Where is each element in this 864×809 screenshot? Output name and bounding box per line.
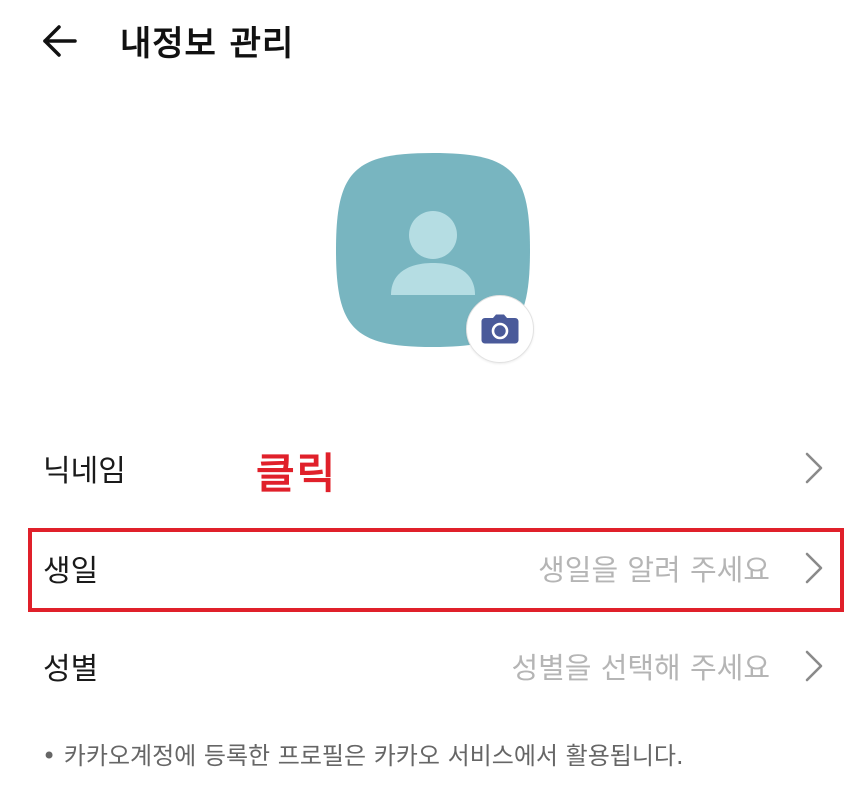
nickname-label: 닉네임 [43,454,126,489]
change-photo-button[interactable] [466,295,534,363]
profile-usage-notice: • 카카오계정에 등록한 프로필은 카카오 서비스에서 활용됩니다. [42,742,684,770]
back-button[interactable] [34,18,84,64]
gender-row[interactable]: 성별 성별을 선택해 주세요 [28,628,840,704]
app-header: 내정보 관리 [0,0,864,84]
camera-icon [481,314,519,344]
chevron-right-icon [805,650,823,682]
nickname-row[interactable]: 닉네임 [28,430,840,506]
chevron-right-icon [805,552,823,584]
page-title: 내정보 관리 [120,24,295,64]
arrow-left-icon [43,25,77,57]
birthday-row[interactable]: 생일 생일을 알려 주세요 [28,530,840,606]
chevron-right-icon [805,452,823,484]
click-annotation: 클릭 [256,449,338,498]
gender-placeholder: 성별을 선택해 주세요 [511,651,770,685]
birthday-placeholder: 생일을 알려 주세요 [538,553,770,587]
gender-label: 성별 [43,652,99,687]
birthday-label: 생일 [43,554,99,589]
